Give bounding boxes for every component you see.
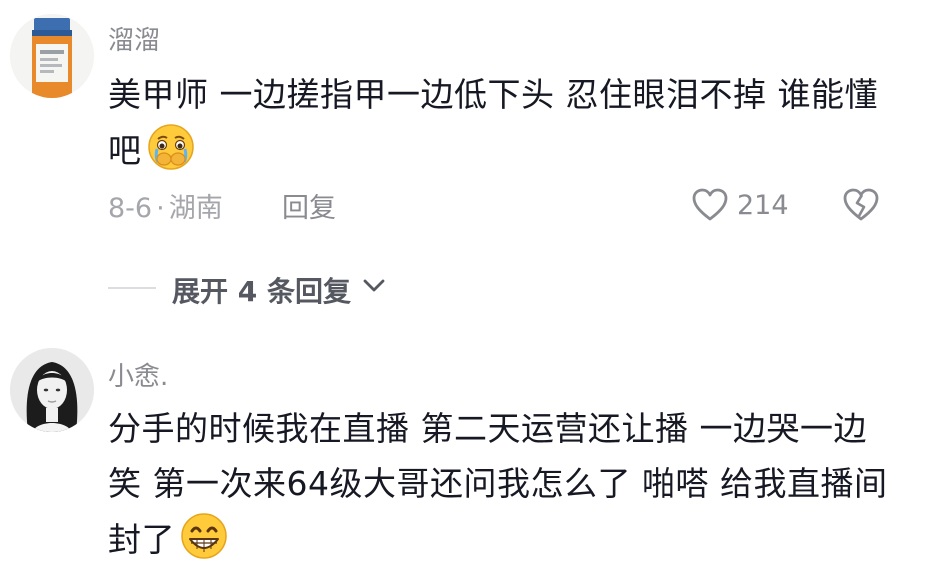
pill-bottle-avatar-image <box>10 14 94 98</box>
comment-username[interactable]: 小悆. <box>108 356 168 393</box>
grinning-emoji-icon <box>179 511 229 577</box>
reply-button[interactable]: 回复 <box>282 186 336 225</box>
comment-meta: 8-6 · 湖南 <box>108 186 223 225</box>
portrait-avatar-image <box>10 348 94 432</box>
like-count: 214 <box>737 190 789 221</box>
meta-separator: · <box>156 193 165 224</box>
comment-text: 分手的时候我在直播 第二天运营还让播 一边哭一边笑 第一次来64级大哥还问我怎么… <box>108 401 898 577</box>
heart-icon <box>692 188 728 221</box>
chevron-down-icon <box>363 279 385 292</box>
user-avatar[interactable] <box>10 14 94 98</box>
expand-replies-label: 展开 4 条回复 <box>172 275 351 308</box>
broken-heart-icon[interactable] <box>842 188 880 222</box>
comment-location: 湖南 <box>168 193 223 224</box>
crying-emoji-icon <box>146 122 196 188</box>
expand-divider-line <box>108 287 156 289</box>
comment-text-content: 美甲师 一边搓指甲一边低下头 忍住眼泪不掉 谁能懂吧 <box>108 75 878 170</box>
comment-text: 美甲师 一边搓指甲一边低下头 忍住眼泪不掉 谁能懂吧 <box>108 67 898 188</box>
comment-username[interactable]: 溜溜 <box>108 20 160 57</box>
user-avatar[interactable] <box>10 348 94 432</box>
comment-date: 8-6 <box>108 193 153 224</box>
